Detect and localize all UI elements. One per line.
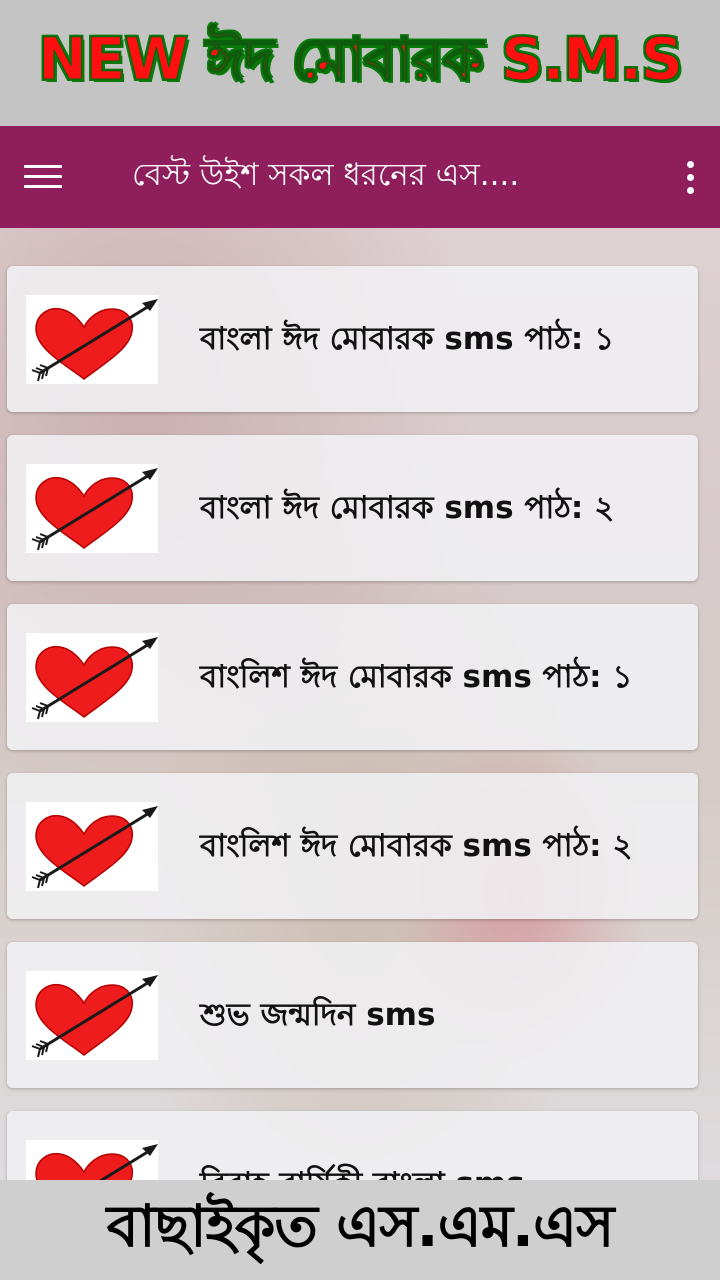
list-item-label: বাংলা ঈদ মোবারক sms পাঠ: ১ <box>200 320 615 357</box>
list-item-label: বিবাহ বার্ষিকী বাংলা sms <box>200 1111 688 1181</box>
list-item[interactable]: বাংলা ঈদ মোবারক sms পাঠ: ২ <box>7 435 698 581</box>
list-item[interactable]: বাংলা ঈদ মোবারক sms পাঠ: ১ <box>7 266 698 412</box>
heart-arrow-icon <box>26 464 158 553</box>
menu-button[interactable] <box>0 126 86 228</box>
heart-arrow-icon <box>26 971 158 1060</box>
hamburger-menu-icon <box>24 165 62 189</box>
list-item[interactable]: বাংলিশ ঈদ মোবারক sms পাঠ: ২ <box>7 773 698 919</box>
list-item-label: বাংলিশ ঈদ মোবারক sms পাঠ: ১ <box>200 658 633 695</box>
app-bar-title: বেস্ট উইশ সকল ধরনের এস.... <box>132 157 520 193</box>
list-item-label: শুভ জন্মদিন sms <box>200 996 436 1033</box>
bottom-promo-text: বাছাইকৃত এস.এম.এস <box>106 1191 615 1260</box>
heart-arrow-icon <box>26 802 158 891</box>
overflow-menu-button[interactable] <box>660 126 720 228</box>
list-item[interactable]: বিবাহ বার্ষিকী বাংলা sms <box>7 1111 698 1180</box>
top-promo-banner: NEW ঈদ মোবারক S.M.S <box>0 0 720 126</box>
bottom-promo-banner: বাছাইকৃত এস.এম.এস <box>0 1180 720 1280</box>
app-bar: বেস্ট উইশ সকল ধরনের এস.... <box>0 126 720 228</box>
heart-arrow-icon <box>26 633 158 722</box>
list-item[interactable]: বাংলিশ ঈদ মোবারক sms পাঠ: ১ <box>7 604 698 750</box>
more-vert-icon <box>686 160 694 168</box>
list-item[interactable]: শুভ জন্মদিন sms <box>7 942 698 1088</box>
list-container[interactable]: বাংলা ঈদ মোবারক sms পাঠ: ১ বাংলা ঈদ মোবা… <box>0 228 720 1180</box>
top-promo-text: NEW ঈদ মোবারক S.M.S <box>38 24 684 93</box>
heart-arrow-icon <box>26 295 158 384</box>
list-item-label: বাংলিশ ঈদ মোবারক sms পাঠ: ২ <box>200 827 633 864</box>
list-item-label: বাংলা ঈদ মোবারক sms পাঠ: ২ <box>200 489 615 526</box>
heart-arrow-icon <box>26 1140 158 1180</box>
